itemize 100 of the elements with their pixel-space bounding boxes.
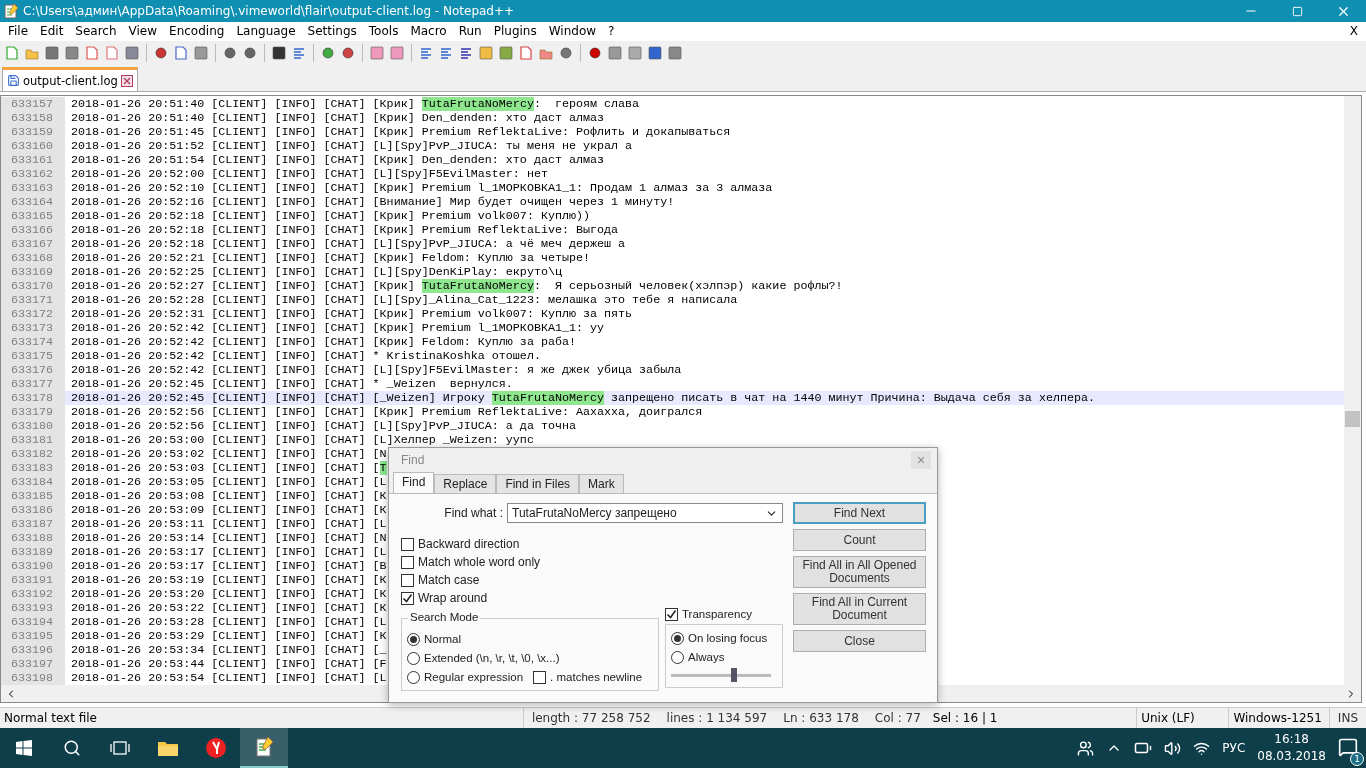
checkbox[interactable] <box>401 573 414 587</box>
record-icon[interactable] <box>587 45 603 62</box>
checkbox[interactable] <box>665 607 678 621</box>
log-line: 2018-01-26 20:52:45 [CLIENT] [INFO] [CHAT] [_Weizen] Игроку TutaFrutaNoMercy запрещено писать в чат на 1440 минут Причина: Выдача себя за хелпера. <box>70 391 1095 406</box>
line-number: 633198 <box>1 671 65 686</box>
dialog-tab[interactable]: Mark <box>579 474 624 493</box>
log-line: 2018-01-26 20:53:11 [CLIENT] [INFO] [CHAT] [L <box>70 517 387 532</box>
menu-item[interactable]: Window <box>542 24 603 39</box>
line-position: Ln : 633 178 <box>782 711 860 726</box>
transparency-slider[interactable] <box>671 668 771 682</box>
log-line: 2018-01-26 20:53:17 [CLIENT] [INFO] [CHAT] [В <box>70 559 387 574</box>
column-position: Col : 77 <box>873 711 922 726</box>
log-line: 2018-01-26 20:52:56 [CLIENT] [INFO] [CHAT] [L][Spy]PvP_JIUCA: а да точна <box>70 419 576 434</box>
line-number: 633197 <box>1 657 65 672</box>
menu-item[interactable]: Search <box>69 24 123 39</box>
line-number: 633170 <box>1 279 65 294</box>
line-number: 633157 <box>1 97 65 112</box>
scroll-thumb[interactable] <box>1345 411 1360 428</box>
line-number: 633173 <box>1 321 65 336</box>
radio-button[interactable] <box>407 651 420 665</box>
people-icon[interactable] <box>1077 739 1095 757</box>
dialog-tab[interactable]: Replace <box>434 474 497 493</box>
option-label: Always <box>688 651 725 663</box>
log-line: 2018-01-26 20:52:42 [CLIENT] [INFO] [CHAT] * KristinaKoshka отошел. <box>70 349 541 364</box>
dialog-tab[interactable]: Find in Files <box>496 474 580 493</box>
notification-icon[interactable] <box>1338 736 1358 757</box>
radio-button[interactable] <box>671 650 684 664</box>
checkbox[interactable] <box>533 670 547 684</box>
line-number: 633160 <box>1 139 65 154</box>
log-line: 2018-01-26 20:52:16 [CLIENT] [INFO] [CHAT] [Внимание] Мир будет очищен через 1 минуту! <box>70 195 675 210</box>
menu-item[interactable]: Macro <box>404 24 453 39</box>
log-line: 2018-01-26 20:52:56 [CLIENT] [INFO] [CHAT] [Крик] Premium ReflektaLive: Аахахха, доигрался <box>70 405 703 420</box>
line-number: 633174 <box>1 335 65 350</box>
log-line: 2018-01-26 20:52:42 [CLIENT] [INFO] [CHAT] [Крик] Feldom: Куплю за раба! <box>70 335 576 350</box>
line-number: 633164 <box>1 195 65 210</box>
log-line: 2018-01-26 20:52:18 [CLIENT] [INFO] [CHAT] [L][Spy]PvP_JIUCA: а чё меч держеш а <box>70 237 626 252</box>
volume-icon[interactable] <box>1164 739 1182 757</box>
notepad-icon[interactable] <box>240 728 288 768</box>
dialog-button[interactable]: Count <box>793 529 926 551</box>
log-line: 2018-01-26 20:52:21 [CLIENT] [INFO] [CHAT] [Крик] Feldom: Куплю за четыре! <box>70 251 590 266</box>
log-line: 2018-01-26 20:53:29 [CLIENT] [INFO] [CHAT] [К <box>70 629 387 644</box>
radio-button[interactable] <box>671 631 684 645</box>
close-document-button[interactable]: X <box>1341 24 1366 39</box>
checkbox[interactable] <box>401 555 414 569</box>
log-line: 2018-01-26 20:53:02 [CLIENT] [INFO] [CHAT] [N <box>70 447 387 462</box>
line-number: 633166 <box>1 223 65 238</box>
find-what-field[interactable]: TutaFrutaNoMercy запрещено <box>507 503 783 523</box>
log-line: 2018-01-26 20:53:19 [CLIENT] [INFO] [CHAT] [К <box>70 573 387 588</box>
radio-button[interactable] <box>407 632 420 646</box>
line-number: 633175 <box>1 349 65 364</box>
option-label: On losing focus <box>688 632 768 644</box>
insert-mode: INS <box>1336 711 1359 726</box>
file-tab[interactable]: output-client.log <box>2 67 138 92</box>
notepad-icon <box>3 3 19 19</box>
dialog-button[interactable]: Close <box>793 630 926 652</box>
dialog-button[interactable]: Find Next <box>793 502 926 524</box>
menu-item[interactable]: ? <box>602 24 621 39</box>
menu-item[interactable]: Settings <box>301 24 363 39</box>
log-line: 2018-01-26 20:53:44 [CLIENT] [INFO] [CHAT] [F <box>70 657 387 672</box>
log-line: 2018-01-26 20:52:10 [CLIENT] [INFO] [CHAT] [Крик] Premium l_1МОРКОВКА1_1: Продам 1 алмаз за 3 алмаза <box>70 181 773 196</box>
window-title: C:\Users\админ\AppData\Roaming\.vimeworld\flair\output-client.log - Notepad++ <box>22 4 516 18</box>
clock[interactable]: 16:18 08.03.2018 <box>1257 731 1326 765</box>
option-label: Match case <box>418 573 480 587</box>
option-label: Wrap around <box>418 591 488 605</box>
log-line: 2018-01-26 20:53:14 [CLIENT] [INFO] [CHAT] [N <box>70 531 387 546</box>
checkbox[interactable] <box>401 591 414 605</box>
menu-item[interactable]: Tools <box>362 24 405 39</box>
option-label: Extended (\n, \r, \t, \0, \x...) <box>424 652 560 664</box>
dialog-button[interactable]: Find All in Current Document <box>793 593 926 625</box>
radio-button[interactable] <box>407 670 420 684</box>
dialog-button[interactable]: Find All in All Opened Documents <box>793 556 926 588</box>
language-indicator[interactable]: РУС <box>1222 741 1246 755</box>
menu-item[interactable]: File <box>2 24 35 39</box>
notification-badge: 1 <box>1350 751 1364 766</box>
log-line: 2018-01-26 20:53:20 [CLIENT] [INFO] [CHAT] [К <box>70 587 387 602</box>
log-line: 2018-01-26 20:53:00 [CLIENT] [INFO] [CHAT] [L]Хелпер _Weizen: уупс <box>70 433 534 448</box>
line-number: 633182 <box>1 447 65 462</box>
vertical-scrollbar[interactable] <box>1344 96 1361 686</box>
menu-item[interactable]: Edit <box>34 24 70 39</box>
stop-icon[interactable] <box>607 45 623 62</box>
menu-item[interactable]: View <box>122 24 164 39</box>
menu-item[interactable]: Encoding <box>163 24 231 39</box>
dialog-tab[interactable]: Find <box>393 472 435 493</box>
checkbox[interactable] <box>401 537 414 551</box>
line-number: 633186 <box>1 503 65 518</box>
line-number: 633168 <box>1 251 65 266</box>
line-number: 633180 <box>1 419 65 434</box>
line-number: 633190 <box>1 559 65 574</box>
slider-thumb[interactable] <box>731 668 737 682</box>
log-line: 2018-01-26 20:53:03 [CLIENT] [INFO] [CHAT] [T <box>70 461 387 476</box>
log-line: 2018-01-26 20:53:05 [CLIENT] [INFO] [CHAT] [L <box>70 475 387 490</box>
log-line: 2018-01-26 20:51:54 [CLIENT] [INFO] [CHAT] [Крик] Den_denden: хто даст алмаз <box>70 153 605 168</box>
line-number: 633185 <box>1 489 65 504</box>
menu-item[interactable]: Run <box>452 24 488 39</box>
close-icon[interactable] <box>120 74 133 87</box>
option-label: Backward direction <box>418 537 520 551</box>
menu-item[interactable]: Plugins <box>487 24 543 39</box>
menu-item[interactable]: Language <box>230 24 302 39</box>
log-line: 2018-01-26 20:52:18 [CLIENT] [INFO] [CHAT] [Крик] Premium volk007: Куплю)) <box>70 209 590 224</box>
line-number: 633188 <box>1 531 65 546</box>
